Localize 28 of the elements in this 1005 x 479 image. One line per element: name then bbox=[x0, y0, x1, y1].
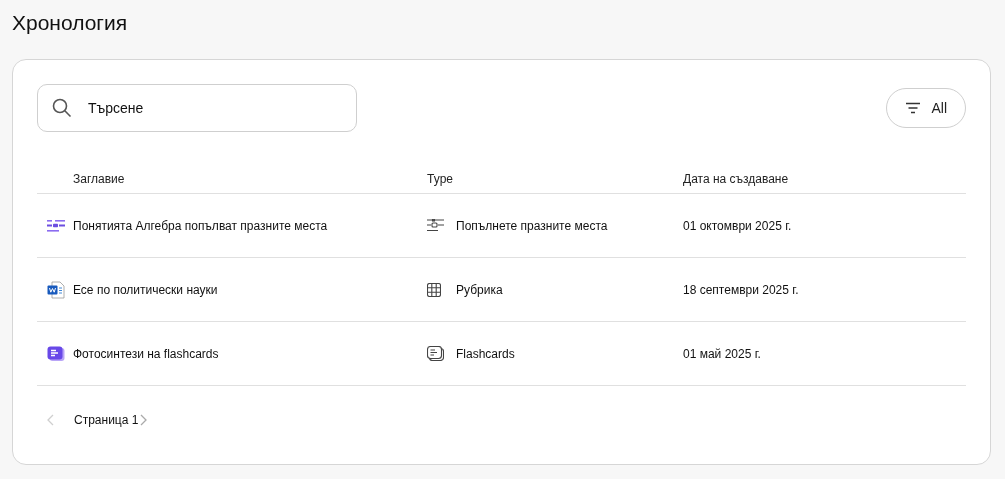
table-cell-text: Есе по политически науки bbox=[73, 281, 218, 299]
column-header[interactable]: Type bbox=[427, 172, 453, 186]
table-cell: 01 май 2025 г. bbox=[683, 346, 761, 361]
sliders-icon bbox=[427, 219, 444, 232]
column-header[interactable]: Дата на създаване bbox=[683, 172, 789, 186]
search-input: Търсене bbox=[88, 97, 328, 119]
table-cell: 18 септември 2025 г. bbox=[683, 282, 799, 297]
page-label: Страница 1 bbox=[74, 412, 139, 429]
table-cell-text: Фотосинтези на flashcards bbox=[73, 345, 219, 363]
table-row[interactable]: Фотосинтези на flashcards Flashcards 01 май 2025 г. bbox=[37, 322, 966, 386]
grid-icon bbox=[427, 282, 441, 297]
document-icon bbox=[47, 280, 65, 299]
table-cell-text: Попълнете празните места bbox=[456, 217, 608, 235]
table-cell-text: Рубрика bbox=[456, 281, 503, 299]
search-field[interactable]: Търсене bbox=[37, 84, 357, 132]
sliders-icon bbox=[47, 219, 65, 232]
table-cell: 01 октомври 2025 г. bbox=[683, 218, 792, 233]
table-cell-text: Flashcards bbox=[456, 345, 515, 363]
column-header[interactable]: Заглавие bbox=[73, 172, 125, 186]
card-icon bbox=[47, 345, 65, 362]
next-page-button[interactable] bbox=[139, 414, 148, 426]
page-title: Хронология bbox=[12, 10, 129, 36]
search-icon bbox=[52, 98, 72, 118]
filter-icon bbox=[905, 102, 922, 114]
table-row[interactable]: Понятията Алгебра попълват празните места Попълнете празните места 01 октомври 2025 г. bbox=[37, 194, 966, 258]
card-icon bbox=[427, 346, 444, 361]
table-row[interactable]: Есе по политически науки Рубрика 18 септември 2025 г. bbox=[37, 258, 966, 322]
table-cell-text: Понятията Алгебра попълват празните места bbox=[73, 217, 328, 235]
